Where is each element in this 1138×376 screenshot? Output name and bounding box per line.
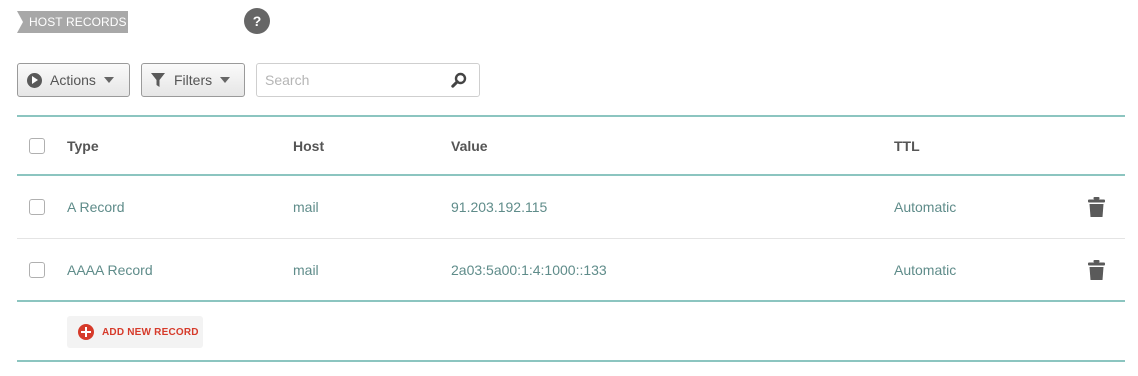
record-type[interactable]: A Record bbox=[67, 176, 125, 238]
add-new-record-button[interactable]: ADD NEW RECORD bbox=[67, 316, 203, 348]
caret-down-icon bbox=[220, 77, 231, 83]
toolbar: Actions Filters bbox=[17, 63, 480, 97]
actions-button[interactable]: Actions bbox=[17, 63, 130, 97]
column-header-value[interactable]: Value bbox=[451, 117, 488, 174]
filter-icon bbox=[151, 72, 165, 87]
search-input[interactable] bbox=[265, 72, 451, 88]
record-value[interactable]: 91.203.192.115 bbox=[451, 176, 547, 238]
help-button[interactable]: ? bbox=[244, 8, 270, 34]
record-ttl[interactable]: Automatic bbox=[894, 239, 956, 300]
table-row[interactable]: A Record mail 91.203.192.115 Automatic bbox=[17, 176, 1125, 239]
trash-icon[interactable] bbox=[1088, 197, 1105, 217]
trash-icon[interactable] bbox=[1088, 259, 1105, 280]
add-new-record-label: ADD NEW RECORD bbox=[102, 326, 199, 338]
record-host[interactable]: mail bbox=[293, 176, 319, 238]
search-box bbox=[256, 63, 480, 97]
column-header-ttl[interactable]: TTL bbox=[894, 117, 920, 174]
plus-circle-icon bbox=[78, 324, 94, 340]
filters-label: Filters bbox=[174, 72, 213, 88]
host-records-table: Type Host Value TTL A Record mail 91.203… bbox=[17, 115, 1125, 302]
column-header-type[interactable]: Type bbox=[67, 117, 99, 174]
record-host[interactable]: mail bbox=[293, 239, 319, 300]
play-circle-icon bbox=[27, 72, 42, 88]
table-row[interactable]: AAAA Record mail 2a03:5a00:1:4:1000::133… bbox=[17, 239, 1125, 302]
row-checkbox[interactable] bbox=[29, 261, 45, 278]
filters-button[interactable]: Filters bbox=[141, 63, 245, 97]
actions-label: Actions bbox=[50, 72, 96, 88]
record-ttl[interactable]: Automatic bbox=[894, 176, 956, 238]
caret-down-icon bbox=[103, 77, 114, 83]
table-header: Type Host Value TTL bbox=[17, 115, 1125, 176]
record-value[interactable]: 2a03:5a00:1:4:1000::133 bbox=[451, 239, 607, 300]
section-title: HOST RECORDS bbox=[17, 11, 128, 33]
record-type[interactable]: AAAA Record bbox=[67, 239, 153, 300]
search-icon[interactable] bbox=[451, 72, 467, 88]
row-checkbox[interactable] bbox=[29, 199, 45, 215]
select-all-checkbox[interactable] bbox=[29, 137, 45, 154]
column-header-host[interactable]: Host bbox=[293, 117, 324, 174]
add-record-area: ADD NEW RECORD bbox=[17, 304, 1125, 362]
